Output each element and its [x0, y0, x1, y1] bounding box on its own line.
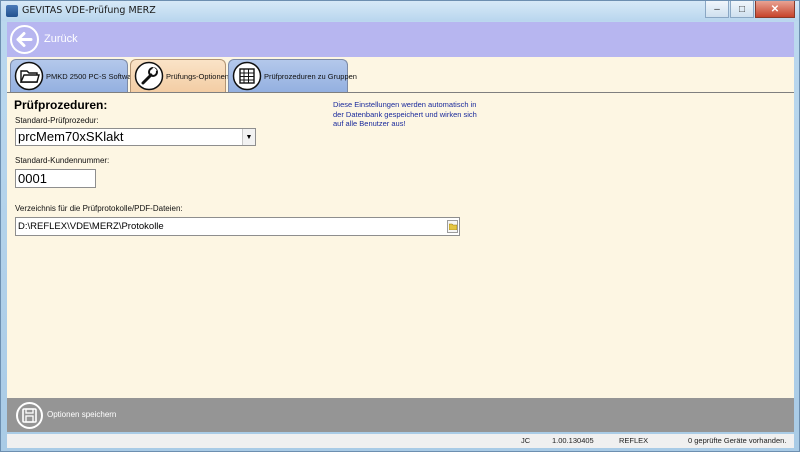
info-note: Diese Einstellungen werden automatisch i…: [333, 100, 477, 128]
status-bar: JC 1.00.130405 REFLEX 0 geprüfte Geräte …: [7, 434, 794, 448]
footer-bar: Optionen speichern: [7, 398, 794, 432]
save-label[interactable]: Optionen speichern: [47, 410, 116, 419]
header-bar: Zurück: [7, 22, 794, 57]
window-title: GEVITAS VDE-Prüfung MERZ: [22, 5, 156, 16]
tab-pruefungs-optionen[interactable]: Prüfungs-Optionen: [130, 59, 229, 92]
back-button[interactable]: [10, 25, 39, 54]
client-area: Zurück PMKD 2500 PC-S Software Prüfungs-…: [7, 22, 794, 432]
folder-icon: [448, 223, 457, 230]
app-icon: [6, 5, 18, 17]
wrench-icon: [134, 61, 164, 91]
tab-label: Prüfungs-Optionen: [166, 71, 229, 81]
tab-pruefprozeduren-gruppen[interactable]: Prüfprozeduren zu Gruppen: [228, 59, 357, 92]
browse-folder-button[interactable]: [447, 220, 458, 233]
status-version: 1.00.130405: [552, 436, 594, 445]
tab-label: Prüfprozeduren zu Gruppen: [264, 71, 357, 81]
standard-procedure-value: prcMem70xSKlakt: [18, 129, 124, 144]
customer-number-label: Standard-Kundennummer:: [15, 156, 110, 165]
directory-value: D:\REFLEX\VDE\MERZ\Protokolle: [18, 221, 164, 232]
standard-procedure-select[interactable]: prcMem70xSKlakt ▼: [15, 128, 256, 146]
status-message: 0 geprüfte Geräte vorhanden.: [688, 436, 787, 445]
tab-software[interactable]: PMKD 2500 PC-S Software: [10, 59, 138, 92]
standard-procedure-label: Standard-Prüfprozedur:: [15, 116, 99, 125]
status-database: REFLEX: [619, 436, 649, 445]
window-controls: – □ ✕: [704, 1, 795, 18]
section-title: Prüfprozeduren:: [14, 98, 108, 112]
maximize-button[interactable]: □: [730, 1, 754, 18]
chevron-down-icon[interactable]: ▼: [242, 129, 255, 145]
directory-label: Verzeichnis für die Prüfprotokolle/PDF-D…: [15, 204, 183, 213]
tab-bar: PMKD 2500 PC-S Software Prüfungs-Optione…: [7, 57, 794, 93]
floppy-disk-icon: [22, 408, 37, 423]
close-button[interactable]: ✕: [755, 1, 795, 18]
title-bar: GEVITAS VDE-Prüfung MERZ – □ ✕: [1, 1, 799, 21]
arrow-left-icon: [16, 32, 33, 47]
directory-field[interactable]: D:\REFLEX\VDE\MERZ\Protokolle: [15, 217, 460, 236]
app-window: GEVITAS VDE-Prüfung MERZ – □ ✕ Zurück PM…: [0, 0, 800, 452]
save-button[interactable]: [16, 402, 43, 429]
customer-number-field[interactable]: 0001: [15, 169, 96, 188]
back-label[interactable]: Zurück: [44, 33, 78, 45]
minimize-button[interactable]: –: [705, 1, 729, 18]
table-icon: [232, 61, 262, 91]
options-panel: Prüfprozeduren: Standard-Prüfprozedur: p…: [7, 93, 794, 398]
status-user: JC: [521, 436, 531, 445]
tab-label: PMKD 2500 PC-S Software: [46, 71, 139, 81]
customer-number-value: 0001: [18, 171, 47, 186]
folder-icon: [14, 61, 44, 91]
